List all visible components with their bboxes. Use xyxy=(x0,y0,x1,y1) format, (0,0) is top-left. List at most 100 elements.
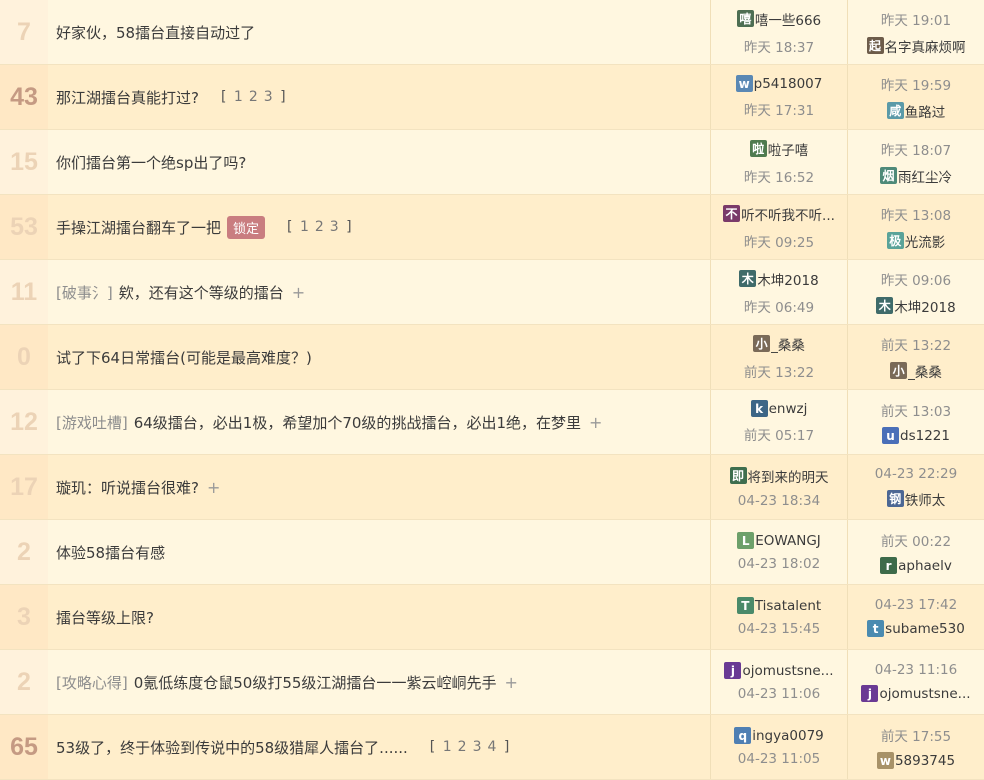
author-link[interactable]: 不 听不听我不听... xyxy=(723,204,835,224)
page-link[interactable]: 1 xyxy=(234,89,243,105)
last-replier-link[interactable]: 钢 铁师太 xyxy=(886,489,946,509)
thread-row: 7 好家伙，58擂台直接自动过了 + 嘻 嘻一些666 昨天 18:37 昨天 … xyxy=(0,0,984,65)
author-cell: 不 听不听我不听... 昨天 09:25 xyxy=(710,195,847,259)
category-tag[interactable]: [攻略心得] xyxy=(56,672,128,693)
last-replier-link[interactable]: u ds1221 xyxy=(882,427,950,444)
category-tag[interactable]: [游戏吐槽] xyxy=(56,412,128,433)
last-reply-time[interactable]: 前天 13:03 xyxy=(881,400,951,420)
thread-title-link[interactable]: 璇玑：听说擂台很难? xyxy=(56,477,199,498)
category-tag[interactable]: [破事氵] xyxy=(56,282,113,303)
last-replier-link[interactable]: 小 _桑桑 xyxy=(890,361,942,381)
replier-name: 鱼路过 xyxy=(904,104,946,121)
thread-title-link[interactable]: 擂台等级上限? xyxy=(56,607,154,628)
thread-title-link[interactable]: 0氪低练度仓鼠50级打55级江湖擂台一一紫云崆峒先手 xyxy=(134,672,497,693)
last-reply-time[interactable]: 04-23 11:16 xyxy=(875,662,957,678)
post-time: 昨天 18:37 xyxy=(743,39,815,56)
last-reply-time[interactable]: 04-23 17:42 xyxy=(875,597,957,613)
thread-title-link[interactable]: 你们擂台第一个绝sp出了吗? xyxy=(56,152,246,173)
last-reply-time[interactable]: 前天 13:22 xyxy=(881,334,951,354)
plus-icon[interactable]: + xyxy=(589,413,602,432)
thread-title-link[interactable]: 体验58擂台有感 xyxy=(56,542,165,563)
author-link[interactable]: k enwzj xyxy=(750,400,808,417)
last-replier-link[interactable]: t subame530 xyxy=(867,620,965,637)
author-link[interactable]: 嘻 嘻一些666 xyxy=(736,9,821,29)
author-link[interactable]: L EOWANGJ xyxy=(737,532,821,549)
page-link[interactable]: 1 xyxy=(300,219,309,235)
replier-name: 名字真麻烦啊 xyxy=(884,39,966,56)
last-replier-link[interactable]: w 5893745 xyxy=(876,752,955,769)
last-replier-link[interactable]: j ojomustsne... xyxy=(861,685,971,702)
author-name: _桑桑 xyxy=(771,337,805,354)
last-reply-time[interactable]: 昨天 13:08 xyxy=(881,204,951,224)
page-link[interactable]: 3 xyxy=(473,739,482,755)
page-link[interactable]: 2 xyxy=(315,219,324,235)
author-link[interactable]: 啦 啦子嘻 xyxy=(749,139,808,159)
last-reply-time[interactable]: 昨天 18:07 xyxy=(881,139,951,159)
author-link[interactable]: T Tisatalent xyxy=(736,597,822,614)
author-cell: T Tisatalent 04-23 15:45 xyxy=(710,585,847,649)
author-link[interactable]: 木 木坤2018 xyxy=(739,269,819,289)
author-name: Tisatalent xyxy=(754,597,822,614)
thread-title-link[interactable]: 欸，还有这个等级的擂台 xyxy=(119,282,284,303)
plus-icon[interactable]: + xyxy=(292,283,305,302)
last-reply-time[interactable]: 昨天 19:59 xyxy=(881,74,951,94)
thread-title-link[interactable]: 手操江湖擂台翻车了一把 xyxy=(56,217,221,238)
post-time: 昨天 06:49 xyxy=(743,299,815,316)
author-link[interactable]: q ingya0079 xyxy=(734,727,824,744)
thread-title-link[interactable]: 试了下64日常擂台(可能是最高难度？) xyxy=(56,347,312,368)
last-reply-time[interactable]: 昨天 09:06 xyxy=(881,269,951,289)
last-reply-time[interactable]: 前天 17:55 xyxy=(881,725,951,745)
author-cell: k enwzj 前天 05:17 xyxy=(710,390,847,454)
last-replier-link[interactable]: r aphaelv xyxy=(880,557,952,574)
reply-count: 65 xyxy=(0,715,48,779)
thread-title-link[interactable]: 53级了，终于体验到传说中的58级猎犀人擂台了...... xyxy=(56,737,408,758)
author-link[interactable]: j ojomustsne... xyxy=(724,662,834,679)
plus-icon[interactable]: + xyxy=(504,673,517,692)
thread-row: 11 [破事氵] 欸，还有这个等级的擂台 + 木 木坤2018 昨天 06:49… xyxy=(0,260,984,325)
last-reply-time[interactable]: 昨天 19:01 xyxy=(881,9,951,29)
author-name: enwzj xyxy=(768,400,808,417)
thread-row: 15 你们擂台第一个绝sp出了吗? + 啦 啦子嘻 昨天 16:52 昨天 18… xyxy=(0,130,984,195)
reply-count: 11 xyxy=(0,260,48,324)
post-time: 昨天 16:52 xyxy=(743,169,815,186)
page-link[interactable]: 2 xyxy=(249,89,258,105)
last-replier-link[interactable]: 起 名字真麻烦啊 xyxy=(866,36,966,56)
author-link[interactable]: 小 _桑桑 xyxy=(753,334,805,354)
page-link[interactable]: 1 xyxy=(443,739,452,755)
thread-row: 17 璇玑：听说擂台很难? + 即 将到来的明天 04-23 18:34 04-… xyxy=(0,455,984,520)
thread-title-link[interactable]: 64级擂台，必出1极，希望加个70级的挑战擂台，必出1绝，在梦里 xyxy=(134,412,581,433)
replier-avatar: r xyxy=(880,557,898,574)
thread-row: 2 体验58擂台有感 + L EOWANGJ 04-23 18:02 前天 00… xyxy=(0,520,984,585)
replier-name: 铁师太 xyxy=(904,492,946,509)
last-reply-cell: 04-23 11:16 j ojomustsne... xyxy=(847,650,984,714)
thread-row: 43 那江湖擂台真能打过? [ 123 ] + w p5418007 昨天 17… xyxy=(0,65,984,130)
author-avatar: T xyxy=(736,597,754,614)
last-reply-time[interactable]: 04-23 22:29 xyxy=(875,466,957,482)
last-replier-link[interactable]: 木 木坤2018 xyxy=(876,296,956,316)
page-link[interactable]: 2 xyxy=(458,739,467,755)
last-reply-cell: 前天 13:22 小 _桑桑 xyxy=(847,325,984,389)
author-cell: q ingya0079 04-23 11:05 xyxy=(710,715,847,779)
author-avatar: q xyxy=(734,727,752,744)
last-replier-link[interactable]: 极 光流影 xyxy=(886,231,945,251)
author-avatar: L xyxy=(737,532,755,549)
last-replier-link[interactable]: 咸 鱼路过 xyxy=(886,101,946,121)
thread-title-cell: 好家伙，58擂台直接自动过了 + xyxy=(48,0,710,64)
author-link[interactable]: w p5418007 xyxy=(735,75,822,92)
post-time: 04-23 11:06 xyxy=(737,686,821,702)
thread-title-link[interactable]: 那江湖擂台真能打过? xyxy=(56,87,199,108)
last-reply-cell: 昨天 19:01 起 名字真麻烦啊 xyxy=(847,0,984,64)
page-link[interactable]: 3 xyxy=(330,219,339,235)
author-avatar: 小 xyxy=(753,335,771,352)
last-reply-cell: 昨天 09:06 木 木坤2018 xyxy=(847,260,984,324)
thread-title-cell: 璇玑：听说擂台很难? + xyxy=(48,455,710,519)
last-replier-link[interactable]: 烟 雨红尘冷 xyxy=(880,166,952,186)
post-time: 昨天 09:25 xyxy=(743,234,815,251)
thread-title-link[interactable]: 好家伙，58擂台直接自动过了 xyxy=(56,22,255,43)
last-reply-time[interactable]: 前天 00:22 xyxy=(881,530,951,550)
page-link[interactable]: 4 xyxy=(487,739,496,755)
page-link[interactable]: 3 xyxy=(264,89,273,105)
thread-row: 2 [攻略心得] 0氪低练度仓鼠50级打55级江湖擂台一一紫云崆峒先手 + j … xyxy=(0,650,984,715)
author-link[interactable]: 即 将到来的明天 xyxy=(729,466,829,486)
plus-icon[interactable]: + xyxy=(207,478,220,497)
